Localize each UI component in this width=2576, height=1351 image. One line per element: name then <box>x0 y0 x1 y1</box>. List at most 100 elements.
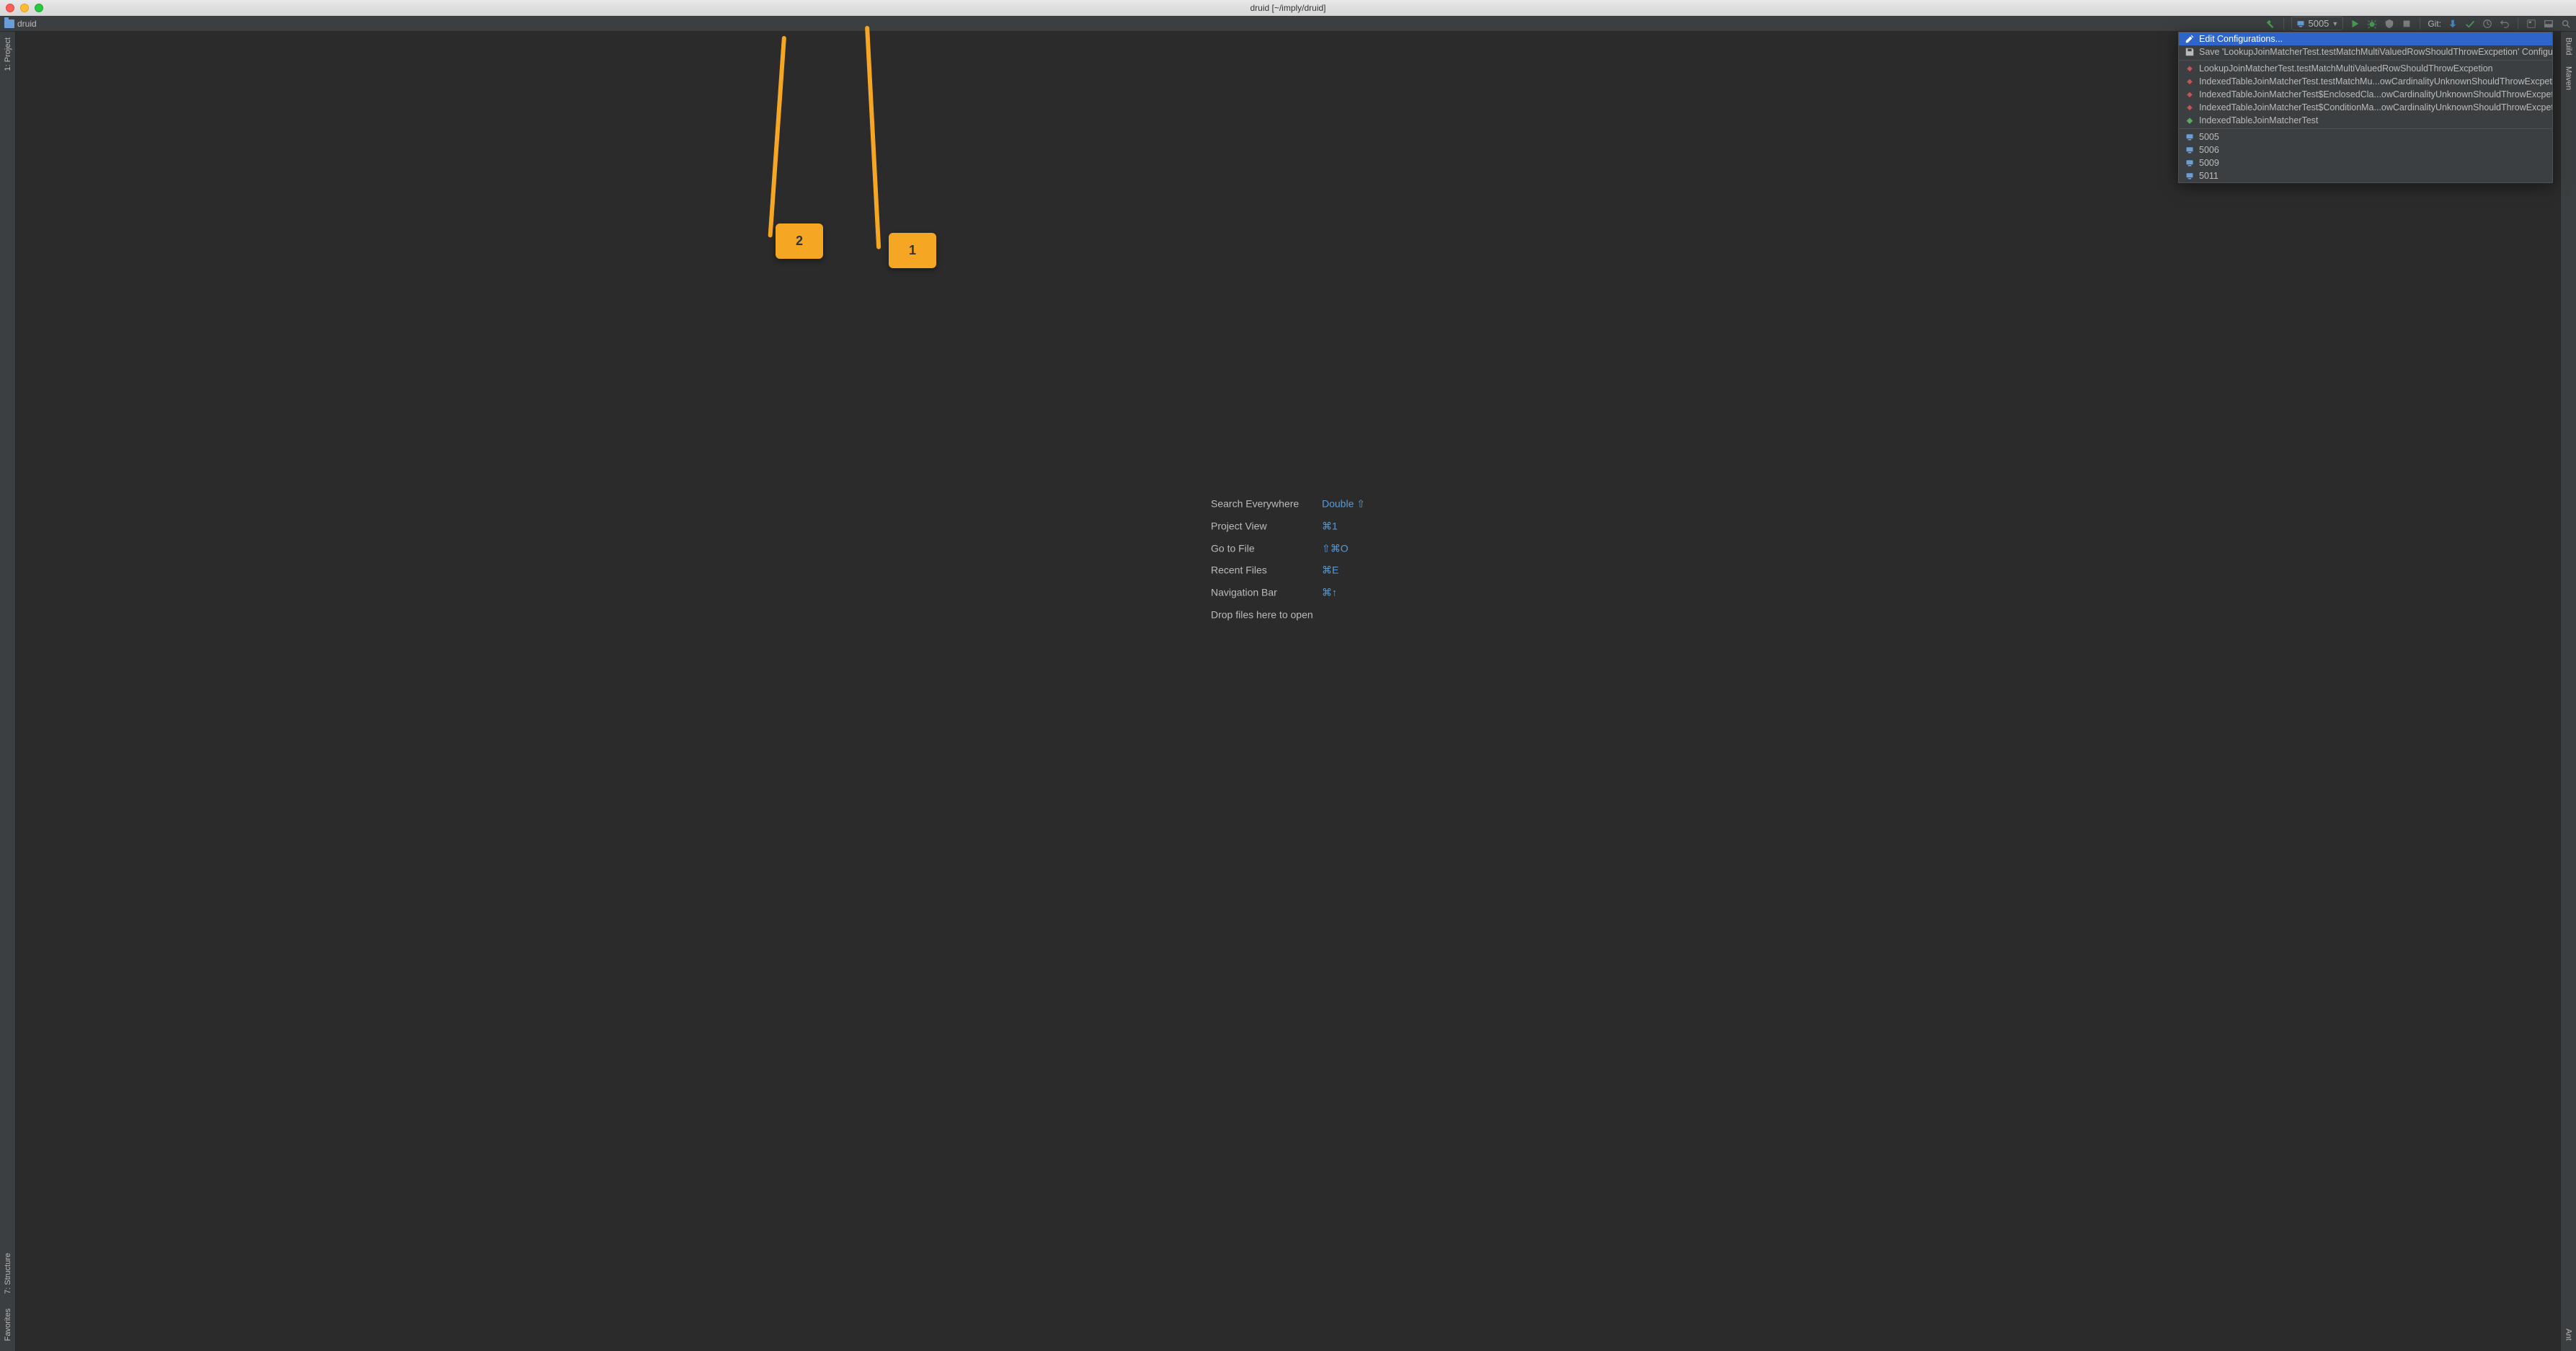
separator <box>2283 18 2284 30</box>
save-configuration-item[interactable]: Save 'LookupJoinMatcherTest.testMatchMul… <box>2179 45 2552 58</box>
separator <box>2179 60 2552 61</box>
favorites-tab-label: Favorites <box>4 1308 12 1341</box>
ide-scripting-icon[interactable] <box>2526 18 2537 30</box>
hint-label: Project View <box>1211 515 1312 537</box>
remote-config-label: 5006 <box>2199 145 2219 155</box>
remote-config-item[interactable]: 5011 <box>2179 169 2552 182</box>
build-hammer-icon[interactable] <box>2265 18 2276 30</box>
hint-row: Search Everywhere Double ⇧ <box>1211 493 1365 515</box>
edit-configurations-item[interactable]: Edit Configurations... <box>2179 32 2552 45</box>
hint-shortcut: ⌘E <box>1322 559 1338 582</box>
favorites-tool-window-button[interactable]: Favorites <box>2 1303 14 1347</box>
project-tool-window-button[interactable]: 1: Project <box>2 32 14 76</box>
run-configurations-popup: Edit Configurations... Save 'LookupJoinM… <box>2178 32 2553 183</box>
hint-shortcut: ⇧⌘O <box>1322 537 1349 559</box>
save-config-label: Save 'LookupJoinMatcherTest.testMatchMul… <box>2199 47 2552 57</box>
structure-tab-label: 7: Structure <box>4 1253 12 1294</box>
build-tab-label: Build <box>2564 37 2573 55</box>
remote-debug-icon <box>2185 171 2195 181</box>
test-config-item[interactable]: ⬥ IndexedTableJoinMatcherTest.testMatchM… <box>2179 75 2552 88</box>
remote-debug-icon <box>2185 132 2195 142</box>
right-tool-window-bar: Build Maven Ant <box>2560 32 2576 1351</box>
maven-tab-label: Maven <box>2564 66 2573 90</box>
structure-tool-window-button[interactable]: 7: Structure <box>2 1247 14 1300</box>
search-icon[interactable] <box>2560 18 2572 30</box>
pencil-icon <box>2185 34 2195 44</box>
test-config-label: IndexedTableJoinMatcherTest$EnclosedCla.… <box>2199 89 2552 99</box>
test-config-item[interactable]: ⬥ IndexedTableJoinMatcherTest$EnclosedCl… <box>2179 88 2552 101</box>
remote-config-item[interactable]: 5006 <box>2179 143 2552 156</box>
stop-button[interactable] <box>2401 18 2412 30</box>
hint-row: Recent Files ⌘E <box>1211 559 1365 582</box>
build-tool-window-button[interactable]: Build <box>2563 32 2575 61</box>
toolbar: 5005 ▼ Git: <box>2265 17 2572 30</box>
window-titlebar: druid [~/imply/druid] <box>0 0 2576 16</box>
test-fail-icon: ⬥ <box>2185 63 2195 74</box>
remote-config-label: 5011 <box>2199 171 2219 181</box>
window-title: druid [~/imply/druid] <box>1250 3 1325 13</box>
traffic-lights <box>6 4 43 12</box>
remote-config-item[interactable]: 5005 <box>2179 130 2552 143</box>
annotation-callout-1: 1 <box>889 233 936 268</box>
hint-row: Go to File ⇧⌘O <box>1211 537 1365 559</box>
hint-label: Go to File <box>1211 537 1312 559</box>
test-run-icon: ⬥ <box>2185 115 2195 125</box>
git-update-icon[interactable] <box>2447 18 2459 30</box>
annotation-callout-2: 2 <box>776 223 823 259</box>
hint-shortcut: ⌘1 <box>1322 515 1338 537</box>
test-config-item[interactable]: ⬥ IndexedTableJoinMatcherTest <box>2179 114 2552 127</box>
separator <box>2179 128 2552 129</box>
hint-label: Recent Files <box>1211 559 1312 582</box>
zoom-window-button[interactable] <box>35 4 43 12</box>
test-config-item[interactable]: ⬥ IndexedTableJoinMatcherTest$ConditionM… <box>2179 101 2552 114</box>
hint-row: Navigation Bar ⌘↑ <box>1211 582 1365 604</box>
edit-config-label: Edit Configurations... <box>2199 34 2283 44</box>
run-configuration-selector[interactable]: 5005 ▼ <box>2291 17 2343 30</box>
hint-label: Navigation Bar <box>1211 582 1312 604</box>
empty-editor-hints: Search Everywhere Double ⇧ Project View … <box>1211 493 1365 626</box>
ant-tool-window-button[interactable]: Ant <box>2563 1323 2575 1347</box>
remote-debug-icon <box>2185 145 2195 155</box>
run-button[interactable] <box>2349 18 2360 30</box>
remote-config-label: 5005 <box>2199 132 2219 142</box>
workspace: 1: Project 7: Structure Favorites Search… <box>0 32 2576 1351</box>
remote-config-item[interactable]: 5009 <box>2179 156 2552 169</box>
hint-label: Search Everywhere <box>1211 493 1312 515</box>
test-fail-icon: ⬥ <box>2185 89 2195 99</box>
project-name[interactable]: druid <box>17 19 37 29</box>
left-tool-window-bar: 1: Project 7: Structure Favorites <box>0 32 16 1351</box>
test-config-label: LookupJoinMatcherTest.testMatchMultiValu… <box>2199 63 2493 74</box>
ant-tab-label: Ant <box>2564 1329 2573 1341</box>
debug-button[interactable] <box>2366 18 2378 30</box>
coverage-button[interactable] <box>2384 18 2395 30</box>
minimize-window-button[interactable] <box>20 4 29 12</box>
hint-row: Drop files here to open <box>1211 604 1365 626</box>
test-fail-icon: ⬥ <box>2185 76 2195 87</box>
vcs-label: Git: <box>2428 19 2441 29</box>
hint-label: Drop files here to open <box>1211 604 1313 626</box>
remote-config-label: 5009 <box>2199 158 2219 168</box>
selected-config-label: 5005 <box>2308 18 2329 29</box>
test-fail-icon: ⬥ <box>2185 102 2195 112</box>
close-window-button[interactable] <box>6 4 14 12</box>
git-history-icon[interactable] <box>2482 18 2493 30</box>
navigation-bar: druid 5005 ▼ Git: <box>0 16 2576 32</box>
editor-area[interactable]: Search Everywhere Double ⇧ Project View … <box>16 32 2560 1351</box>
project-folder-icon <box>4 19 14 28</box>
remote-debug-icon <box>2185 158 2195 168</box>
test-config-label: IndexedTableJoinMatcherTest.testMatchMu.… <box>2199 76 2552 87</box>
test-config-label: IndexedTableJoinMatcherTest$ConditionMa.… <box>2199 102 2552 112</box>
maven-tool-window-button[interactable]: Maven <box>2563 61 2575 96</box>
hint-row: Project View ⌘1 <box>1211 515 1365 537</box>
test-config-label: IndexedTableJoinMatcherTest <box>2199 115 2318 125</box>
tool-window-icon[interactable] <box>2543 18 2554 30</box>
chevron-down-icon: ▼ <box>2332 20 2338 27</box>
project-tab-label: 1: Project <box>4 37 12 71</box>
save-icon <box>2185 47 2195 57</box>
remote-debug-icon <box>2296 19 2305 28</box>
git-commit-icon[interactable] <box>2464 18 2476 30</box>
hint-shortcut: Double ⇧ <box>1322 493 1365 515</box>
git-revert-icon[interactable] <box>2499 18 2510 30</box>
test-config-item[interactable]: ⬥ LookupJoinMatcherTest.testMatchMultiVa… <box>2179 62 2552 75</box>
hint-shortcut: ⌘↑ <box>1322 582 1337 604</box>
